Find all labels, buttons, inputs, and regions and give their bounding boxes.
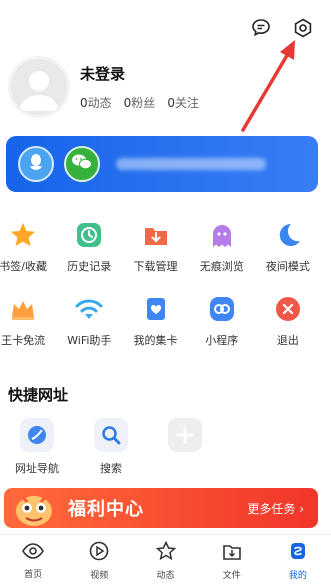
tab-mine[interactable]: 我的 [265, 535, 331, 586]
bottom-tab-bar: 首页 视频 动态 文件 我的 [0, 534, 331, 586]
feature-history[interactable]: 历史记录 [56, 220, 122, 274]
feature-wifi-assistant[interactable]: WiFi助手 [56, 294, 122, 348]
wechat-icon [71, 153, 93, 175]
star-outline-icon [155, 540, 176, 565]
quick-links: 网址导航 搜索 [0, 418, 222, 476]
feature-night-mode[interactable]: 夜间模式 [255, 220, 321, 274]
avatar[interactable] [8, 56, 70, 118]
download-folder-icon [141, 220, 171, 250]
gear-icon[interactable] [291, 16, 315, 40]
welfare-banner[interactable]: 福利中心 更多任务 › [4, 488, 318, 528]
header-actions [249, 16, 315, 40]
profile-icon [288, 541, 308, 565]
profile-stats: 0动态 0粉丝 0关注 [80, 94, 199, 111]
tab-home[interactable]: 首页 [0, 535, 66, 586]
feature-incognito[interactable]: 无痕浏览 [189, 220, 255, 274]
feature-downloads[interactable]: 下载管理 [122, 220, 188, 274]
mini-program-icon [207, 294, 237, 324]
tab-video[interactable]: 视频 [66, 535, 132, 586]
quick-links-title: 快捷网址 [8, 386, 69, 404]
eye-icon [22, 542, 45, 564]
shortcut-site-nav[interactable]: 网址导航 [0, 418, 74, 476]
profile-header[interactable]: 未登录 0动态 0粉丝 0关注 [8, 56, 199, 118]
crown-icon [8, 294, 38, 324]
shortcut-add[interactable] [148, 418, 222, 476]
welfare-title: 福利中心 [68, 499, 144, 520]
login-card [6, 136, 318, 192]
wifi-icon [74, 294, 104, 324]
file-icon [222, 541, 242, 565]
stat-following[interactable]: 0关注 [167, 94, 199, 111]
wechat-login-button[interactable] [64, 146, 100, 182]
feature-grid-row-2: 王卡免流 WiFi助手 我的集卡 小程序 退出 [0, 294, 321, 348]
tab-feed[interactable]: 动态 [132, 535, 198, 586]
profile-name[interactable]: 未登录 [80, 63, 199, 84]
blurred-login-hint [116, 158, 266, 170]
ghost-icon [207, 220, 237, 250]
stat-fans[interactable]: 0粉丝 [124, 94, 156, 111]
search-icon [94, 418, 128, 452]
mascot-icon [6, 488, 62, 528]
compass-icon [20, 418, 54, 452]
qq-icon [27, 152, 45, 176]
tab-files[interactable]: 文件 [199, 535, 265, 586]
feature-bookmarks[interactable]: 书签/收藏 [0, 220, 56, 274]
feature-grid-row-1: 书签/收藏 历史记录 下载管理 无痕浏览 夜间模式 [0, 220, 321, 274]
plus-icon [168, 418, 202, 452]
moon-icon [273, 220, 303, 250]
welfare-more-tasks[interactable]: 更多任务 › [247, 500, 304, 517]
clock-icon [74, 220, 104, 250]
feature-exit[interactable]: 退出 [255, 294, 321, 348]
stat-posts[interactable]: 0动态 [80, 94, 112, 111]
feature-king-card[interactable]: 王卡免流 [0, 294, 56, 348]
star-icon [8, 220, 38, 250]
feature-mini-program[interactable]: 小程序 [189, 294, 255, 348]
message-icon[interactable] [249, 16, 273, 40]
exit-icon [273, 294, 303, 324]
feature-my-cards[interactable]: 我的集卡 [122, 294, 188, 348]
card-icon [141, 294, 171, 324]
qq-login-button[interactable] [18, 146, 54, 182]
play-icon [89, 541, 109, 565]
shortcut-search[interactable]: 搜索 [74, 418, 148, 476]
